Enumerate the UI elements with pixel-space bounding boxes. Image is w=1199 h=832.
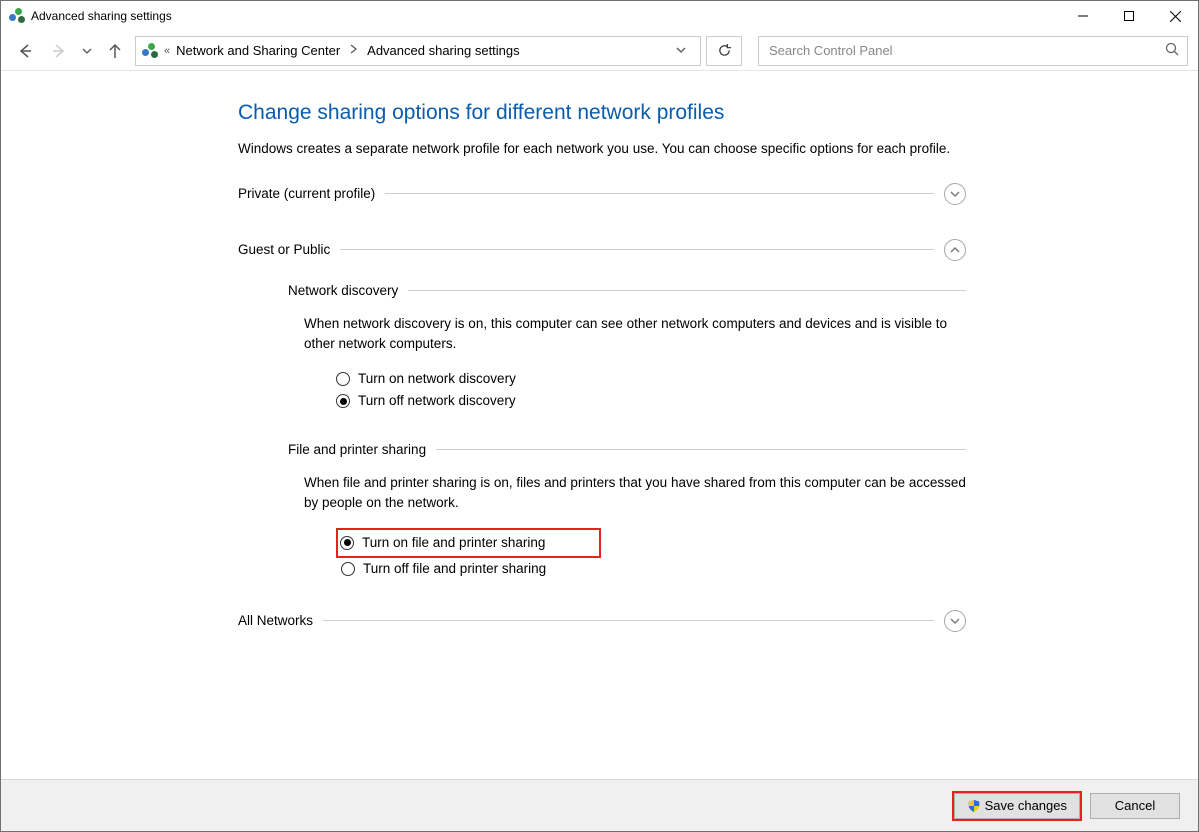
radio-file-printer-off[interactable]: Turn off file and printer sharing [341,558,966,580]
highlight-box: Turn on file and printer sharing [336,528,601,558]
search-icon[interactable] [1165,42,1179,59]
cancel-button[interactable]: Cancel [1090,793,1180,819]
content-area: Change sharing options for different net… [1,71,1198,779]
breadcrumb-overflow-icon[interactable]: « [164,45,170,57]
titlebar: Advanced sharing settings [1,1,1198,31]
navigation-bar: « Network and Sharing Center Advanced sh… [1,31,1198,71]
address-bar[interactable]: « Network and Sharing Center Advanced sh… [135,36,701,66]
profile-all-networks[interactable]: All Networks [238,610,966,632]
minimize-button[interactable] [1060,1,1106,31]
breadcrumb-segment[interactable]: Advanced sharing settings [367,43,519,58]
profile-guest-public[interactable]: Guest or Public [238,239,966,261]
footer: Save changes Cancel [1,779,1198,831]
radio-network-discovery-off[interactable]: Turn off network discovery [336,390,966,412]
address-history-dropdown[interactable] [668,43,694,58]
save-changes-button[interactable]: Save changes [954,793,1080,819]
chevron-right-icon[interactable] [346,44,361,57]
radio-file-printer-on[interactable]: Turn on file and printer sharing [340,532,545,554]
section-network-discovery: Network discovery [288,283,966,298]
control-panel-icon [142,43,158,59]
search-input[interactable] [767,42,1165,59]
recent-locations-dropdown[interactable] [79,37,95,65]
profile-label: Private (current profile) [238,186,375,201]
collapse-icon[interactable] [944,239,966,261]
profile-label: All Networks [238,613,313,628]
window-title: Advanced sharing settings [31,9,1060,23]
uac-shield-icon [967,799,981,813]
network-discovery-desc: When network discovery is on, this compu… [304,314,966,355]
expand-icon[interactable] [944,183,966,205]
profile-label: Guest or Public [238,242,330,257]
file-printer-desc: When file and printer sharing is on, fil… [304,473,966,514]
control-panel-icon [9,8,25,24]
search-box[interactable] [758,36,1188,66]
page-description: Windows creates a separate network profi… [238,139,966,159]
section-file-printer-sharing: File and printer sharing [288,442,966,457]
breadcrumb-segment[interactable]: Network and Sharing Center [176,43,340,58]
back-button[interactable] [11,37,39,65]
expand-icon[interactable] [944,610,966,632]
profile-private[interactable]: Private (current profile) [238,183,966,205]
close-button[interactable] [1152,1,1198,31]
maximize-button[interactable] [1106,1,1152,31]
up-button[interactable] [101,37,129,65]
page-heading: Change sharing options for different net… [238,101,966,125]
radio-network-discovery-on[interactable]: Turn on network discovery [336,368,966,390]
refresh-button[interactable] [706,36,742,66]
forward-button[interactable] [45,37,73,65]
